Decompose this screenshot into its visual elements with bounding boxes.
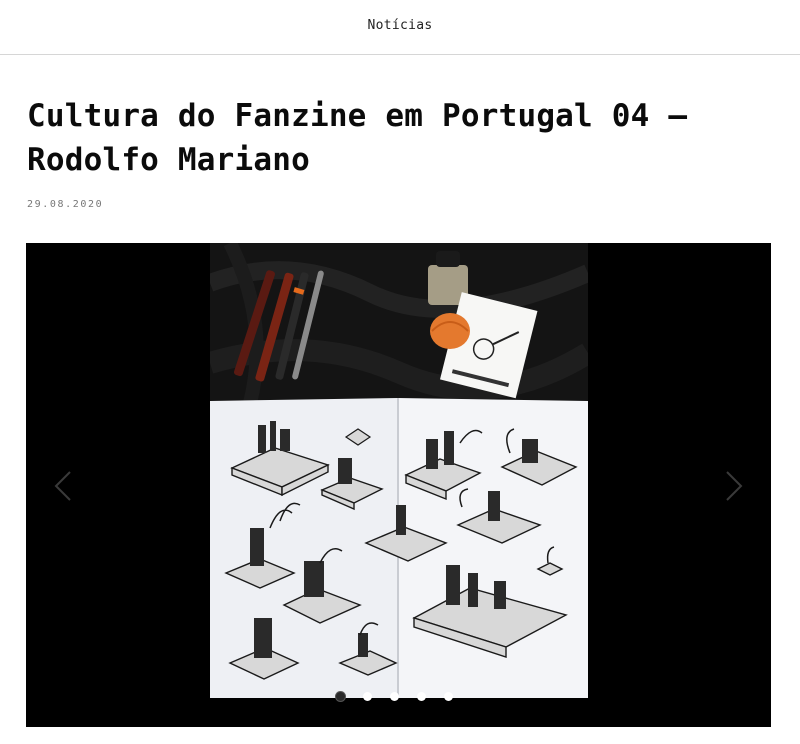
carousel-pagination: [336, 692, 453, 704]
image-carousel[interactable]: [26, 243, 771, 727]
carousel-dot-3[interactable]: [390, 692, 399, 701]
article-date: 29.08.2020: [27, 199, 104, 210]
nav-link-noticias[interactable]: Notícias: [0, 18, 800, 33]
carousel-next-button[interactable]: [721, 468, 745, 504]
carousel-dot-4[interactable]: [417, 692, 426, 701]
carousel-dot-1[interactable]: [336, 692, 345, 701]
chevron-right-icon: [726, 471, 743, 501]
open-sketchbook: [210, 398, 588, 698]
carousel-prev-button[interactable]: [52, 468, 76, 504]
carousel-dot-2[interactable]: [363, 692, 372, 701]
article-title: Cultura do Fanzine em Portugal 04 – Rodo…: [27, 98, 688, 178]
carousel-dot-5[interactable]: [444, 692, 453, 701]
chevron-left-icon: [54, 471, 71, 501]
top-bar: Notícias: [0, 0, 800, 55]
slide-image: [210, 243, 588, 698]
